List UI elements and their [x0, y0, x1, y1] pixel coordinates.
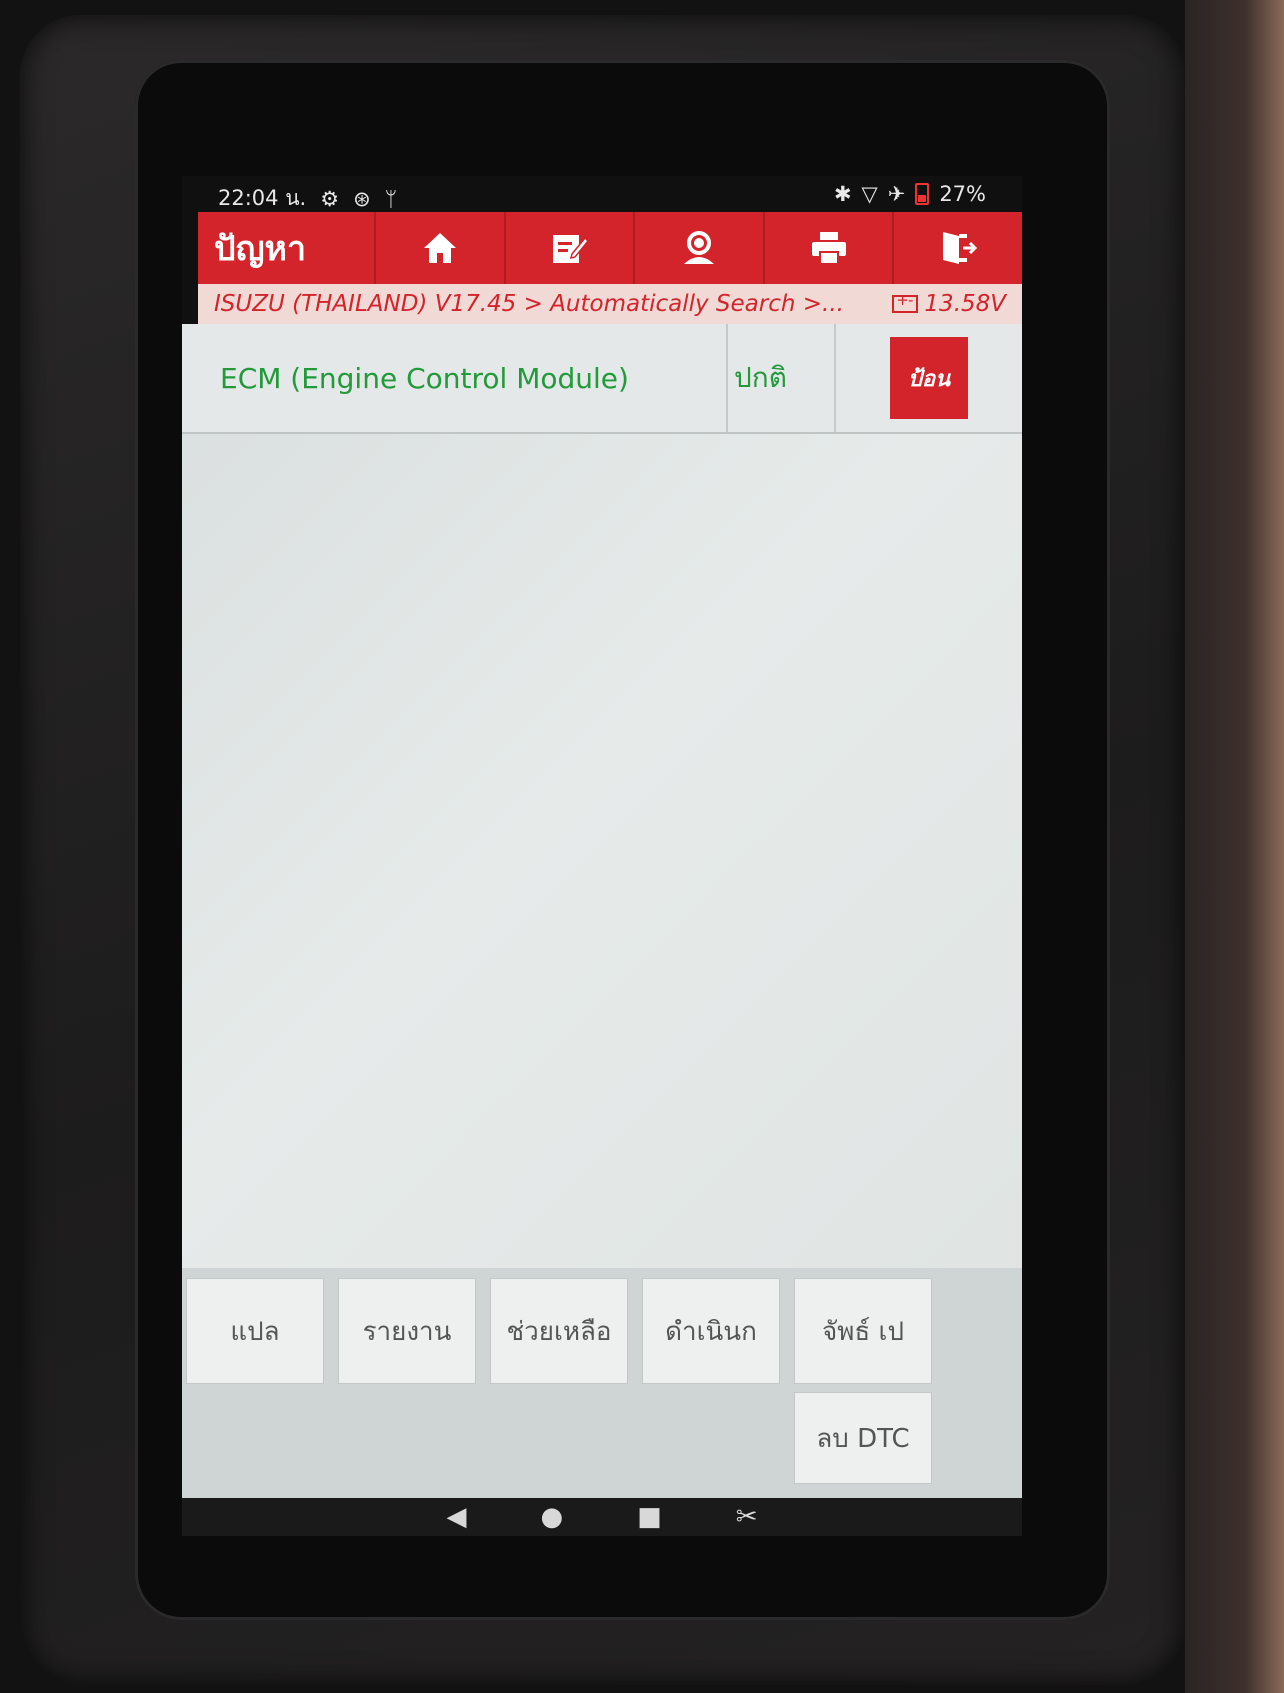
battery-icon — [915, 183, 930, 205]
battery-level: 27% — [939, 182, 986, 206]
settings-icon: ⚙ — [320, 186, 340, 211]
usb-icon: ᛘ — [384, 186, 398, 211]
clear-dtc-button[interactable]: ลบ DTC — [794, 1392, 932, 1484]
module-status: ปกติ — [728, 324, 836, 432]
vpn-icon: ⊛ — [353, 186, 371, 211]
status-time: 22:04 น. — [218, 186, 307, 210]
module-action-cell: ป้อน — [836, 324, 1022, 432]
print-button[interactable] — [762, 212, 893, 284]
home-icon — [423, 233, 456, 263]
voltage-value: 13.58V — [924, 291, 1006, 317]
support-button[interactable] — [633, 212, 763, 284]
edit-icon — [553, 235, 589, 263]
home-circle-icon[interactable]: ● — [540, 1502, 563, 1532]
bluetooth-icon: ✱ — [833, 182, 852, 206]
page-title: ปัญหา — [214, 229, 307, 269]
battery-voltage-icon — [892, 291, 919, 313]
screen: 22:04 น. ⚙ ⊛ ᛘ ✱ ▽ ✈ 27% ปัญหา ISUZU (TH… — [182, 176, 1022, 1536]
bottom-toolbar: แปล รายงาน ช่วยเหลือ ดำเนินก จัพธ์ เป ลบ… — [182, 1268, 1022, 1498]
recents-icon[interactable]: ■ — [637, 1502, 662, 1532]
photo-background-edge — [1185, 0, 1284, 1693]
back-icon[interactable]: ◀ — [446, 1502, 466, 1532]
module-name: ECM (Engine Control Module) — [182, 324, 728, 432]
translate-button[interactable]: แปล — [186, 1278, 324, 1384]
content-area: ECM (Engine Control Module) ปกติ ป้อน — [182, 324, 1022, 1376]
enter-button[interactable]: ป้อน — [890, 337, 968, 419]
save-result-button[interactable]: จัพธ์ เป — [794, 1278, 932, 1384]
help-button[interactable]: ช่วยเหลือ — [490, 1278, 628, 1384]
android-nav-bar: ◀ ● ■ ✂ — [182, 1498, 1022, 1536]
app-header: ปัญหา — [198, 212, 1022, 284]
support-agent-icon — [683, 231, 714, 264]
proceed-button[interactable]: ดำเนินก — [642, 1278, 780, 1384]
edit-button[interactable] — [503, 212, 634, 284]
print-icon — [811, 232, 846, 265]
status-bar: 22:04 น. ⚙ ⊛ ᛘ ✱ ▽ ✈ 27% — [182, 176, 1022, 212]
exit-icon — [943, 232, 978, 264]
breadcrumb-path: ISUZU (THAILAND) V17.45 > Automatically … — [214, 291, 844, 317]
list-item[interactable]: ECM (Engine Control Module) ปกติ ป้อน — [182, 324, 1022, 434]
report-button[interactable]: รายงาน — [338, 1278, 476, 1384]
home-button[interactable] — [374, 212, 504, 284]
screenshot-icon[interactable]: ✂ — [736, 1502, 758, 1532]
exit-button[interactable] — [892, 212, 1022, 284]
airplane-mode-icon: ✈ — [887, 182, 906, 206]
voltage-readout: 13.58V — [892, 291, 1006, 317]
wifi-icon: ▽ — [861, 182, 878, 206]
breadcrumb: ISUZU (THAILAND) V17.45 > Automatically … — [198, 284, 1022, 324]
